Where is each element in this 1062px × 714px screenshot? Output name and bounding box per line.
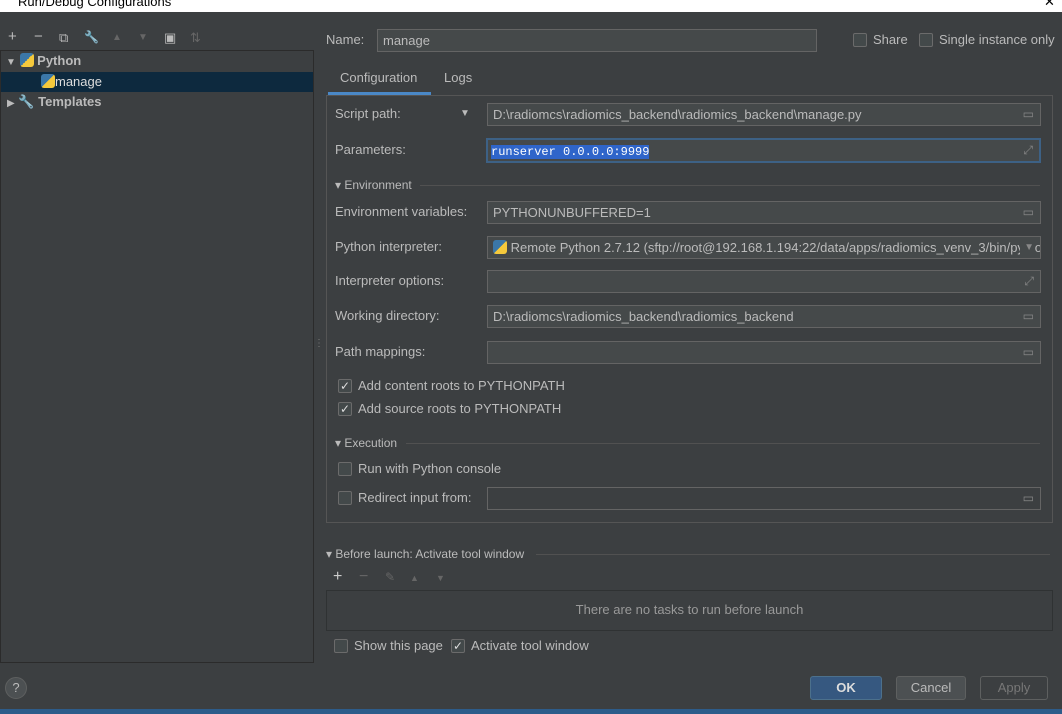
move-up-icon[interactable]: ▲ [410,573,419,583]
remove-icon[interactable]: − [34,28,43,45]
move-down-icon[interactable]: ▼ [436,573,445,583]
window-bottom-border [0,709,1062,714]
add-task-icon[interactable]: + [333,568,342,586]
redirect-input-label: Redirect input from: [358,490,472,505]
path-mappings-input[interactable]: ▭ [487,341,1041,364]
python-console-label: Run with Python console [358,461,502,476]
content-roots-checkbox[interactable]: ✓ [338,379,352,393]
python-console-checkbox[interactable] [338,462,352,476]
remove-task-icon[interactable]: − [359,568,368,586]
cancel-button[interactable]: Cancel [896,676,966,700]
path-mappings-label: Path mappings: [335,344,426,359]
script-path-input[interactable]: D:\radiomcs\radiomics_backend\radiomics_… [487,103,1041,126]
source-roots-label: Add source roots to PYTHONPATH [358,401,562,416]
edit-task-icon[interactable]: ✎ [385,570,395,584]
interpreter-label: Python interpreter: [335,239,442,254]
folder-icon: ▭ [1022,345,1034,359]
divider [536,554,1050,555]
share-label: Share [873,32,908,47]
interp-options-label: Interpreter options: [335,273,445,288]
parameters-input[interactable]: runserver 0.0.0.0:9999 ⤢ [486,138,1041,163]
show-page-checkbox[interactable] [334,639,348,653]
splitter-handle[interactable]: ⋮ [314,338,324,349]
tab-logs[interactable]: Logs [444,68,472,88]
divider [406,443,1040,444]
tab-configuration[interactable]: Configuration [340,68,417,88]
activate-tool-window-label: Activate tool window [471,638,589,653]
copy-icon[interactable]: ⧉ [59,30,68,46]
redirect-input-field[interactable]: ▭ [487,487,1041,510]
tree-item-templates[interactable]: ▶ 🔧 Templates [1,92,313,112]
config-tree: ▼ Python manage ▶ 🔧 Templates [0,50,314,663]
title-bar: Run/Debug Configurations ✕ [0,0,1062,12]
name-label: Name: [326,32,365,47]
folder-icon: ▭ [1022,491,1034,505]
wrench-icon[interactable]: 🔧 [84,30,99,44]
before-launch-section[interactable]: ▾ Before launch: Activate tool window [326,547,524,561]
python-icon [19,53,34,67]
chevron-down-icon: ▼ [1020,237,1034,258]
folder-icon: ▭ [1022,309,1034,323]
folder-icon: ▭ [1022,107,1034,121]
apply-button[interactable]: Apply [980,676,1048,700]
tree-item-python[interactable]: ▼ Python [1,51,313,71]
single-instance-checkbox[interactable] [919,33,933,47]
python-icon [41,74,55,88]
help-button[interactable]: ? [5,677,27,699]
activate-tool-window-checkbox[interactable]: ✓ [451,639,465,653]
before-launch-task-list: There are no tasks to run before launch [326,590,1053,631]
tree-item-manage[interactable]: manage [1,72,313,92]
show-page-label: Show this page [354,638,443,653]
env-vars-label: Environment variables: [335,204,468,219]
divider [420,185,1040,186]
redirect-input-checkbox[interactable] [338,491,352,505]
environment-section[interactable]: ▾ Environment [335,178,412,192]
script-type-dropdown[interactable]: ▼ [460,108,470,119]
parameters-label: Parameters: [335,142,406,157]
expand-icon[interactable]: ▼ [6,57,16,68]
interpreter-select[interactable]: Remote Python 2.7.12 (sftp://root@192.16… [487,236,1041,259]
expand-icon: ⤢ [1024,274,1034,288]
share-checkbox[interactable] [853,33,867,47]
sort-icon[interactable]: ⇅ [190,30,201,46]
single-instance-label: Single instance only [939,32,1055,47]
source-roots-checkbox[interactable]: ✓ [338,402,352,416]
interp-options-input[interactable]: ⤢ [487,270,1041,293]
script-path-label: Script path: [335,106,401,121]
close-icon[interactable]: ✕ [1044,0,1055,10]
execution-section[interactable]: ▾ Execution [335,436,397,450]
window-title: Run/Debug Configurations [18,0,172,9]
ok-button[interactable]: OK [810,676,882,700]
name-input[interactable]: manage [377,29,817,52]
content-roots-label: Add content roots to PYTHONPATH [358,378,565,393]
expand-icon: ⤢ [1023,143,1033,157]
move-up-icon[interactable]: ▲ [112,32,122,43]
move-down-icon[interactable]: ▼ [138,32,148,43]
working-dir-input[interactable]: D:\radiomcs\radiomics_backend\radiomics_… [487,305,1041,328]
folder-add-icon[interactable]: ▣ [164,30,176,46]
add-icon[interactable]: + [8,28,17,45]
folder-icon: ▭ [1022,205,1034,219]
wrench-icon: 🔧 [18,94,35,109]
working-dir-label: Working directory: [335,308,440,323]
collapse-icon[interactable]: ▶ [7,98,15,109]
env-vars-input[interactable]: PYTHONUNBUFFERED=1 ▭ [487,201,1041,224]
